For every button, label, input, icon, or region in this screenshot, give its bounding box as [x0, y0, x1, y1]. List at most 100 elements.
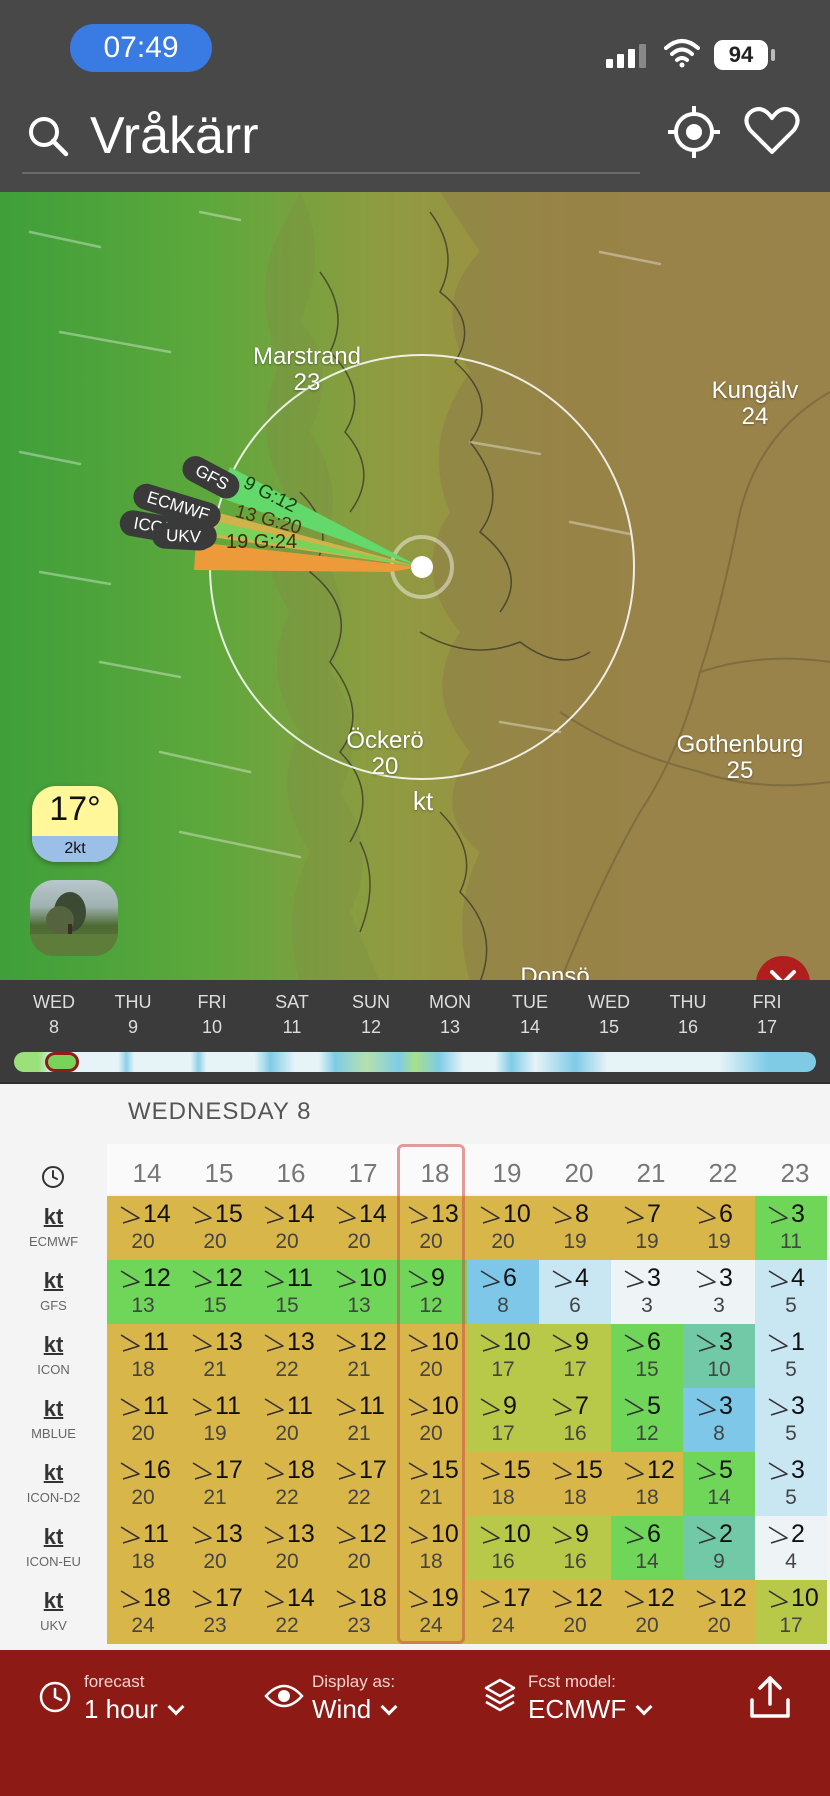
day-item[interactable]: MON 13: [410, 990, 490, 1040]
forecast-cell[interactable]: 29: [683, 1516, 755, 1580]
forecast-cell[interactable]: 17 23: [179, 1580, 251, 1644]
forecast-cell[interactable]: 14 20: [107, 1196, 179, 1260]
search-field[interactable]: Vråkärr: [22, 100, 640, 174]
model-row-label[interactable]: kt ECMWF: [0, 1204, 107, 1249]
forecast-cell[interactable]: 35: [755, 1452, 827, 1516]
forecast-cell[interactable]: 7 19: [611, 1196, 683, 1260]
forecast-cell[interactable]: 16 20: [107, 1452, 179, 1516]
forecast-cell[interactable]: 11 19: [179, 1388, 251, 1452]
forecast-cell[interactable]: 9 16: [539, 1516, 611, 1580]
forecast-cell[interactable]: 13 21: [179, 1324, 251, 1388]
forecast-cell[interactable]: 15 18: [467, 1452, 539, 1516]
city-ockero[interactable]: Öckerö 20: [320, 728, 450, 780]
hour-label[interactable]: 16: [255, 1158, 327, 1189]
hour-label[interactable]: 17: [327, 1158, 399, 1189]
forecast-cell[interactable]: 11 15: [251, 1260, 323, 1324]
day-item[interactable]: SUN 12: [331, 990, 411, 1040]
forecast-cell[interactable]: 12 20: [611, 1580, 683, 1644]
hour-label[interactable]: 21: [615, 1158, 687, 1189]
forecast-cell[interactable]: 6 14: [611, 1516, 683, 1580]
forecast-cell[interactable]: 12 18: [611, 1452, 683, 1516]
forecast-cell[interactable]: 5 14: [683, 1452, 755, 1516]
forecast-cell[interactable]: 12 13: [107, 1260, 179, 1324]
forecast-cell[interactable]: 11 18: [107, 1324, 179, 1388]
day-item[interactable]: WED 8: [14, 990, 94, 1040]
locate-me-icon[interactable]: [666, 104, 722, 160]
forecast-cell[interactable]: 10 16: [467, 1516, 539, 1580]
forecast-cell[interactable]: 13 20: [179, 1516, 251, 1580]
day-item[interactable]: THU 16: [648, 990, 728, 1040]
forecast-cell[interactable]: 14 20: [323, 1196, 395, 1260]
forecast-cell[interactable]: 17 24: [467, 1580, 539, 1644]
forecast-cell[interactable]: 3 10: [683, 1324, 755, 1388]
forecast-cell[interactable]: 12 20: [539, 1580, 611, 1644]
forecast-cell[interactable]: 12 15: [179, 1260, 251, 1324]
forecast-cell[interactable]: 45: [755, 1260, 827, 1324]
model-row-label[interactable]: kt GFS: [0, 1268, 107, 1313]
temperature-badge[interactable]: 17° 2kt: [32, 786, 118, 862]
forecast-cell[interactable]: 3 11: [755, 1196, 827, 1260]
forecast-cell[interactable]: 9 17: [539, 1324, 611, 1388]
hour-label[interactable]: 22: [687, 1158, 759, 1189]
model-row-label[interactable]: kt ICON: [0, 1332, 107, 1377]
forecast-cell[interactable]: 6 19: [683, 1196, 755, 1260]
forecast-cell[interactable]: 5 12: [611, 1388, 683, 1452]
forecast-cell[interactable]: 17 22: [323, 1452, 395, 1516]
city-gothenburg[interactable]: Gothenburg 25: [655, 732, 825, 784]
forecast-cell[interactable]: 46: [539, 1260, 611, 1324]
display-as-selector[interactable]: Display as: Wind: [312, 1672, 398, 1725]
day-item[interactable]: TUE 14: [490, 990, 570, 1040]
day-item[interactable]: THU 9: [93, 990, 173, 1040]
hour-label[interactable]: 23: [759, 1158, 830, 1189]
forecast-cell[interactable]: 14 22: [251, 1580, 323, 1644]
hour-label[interactable]: 14: [111, 1158, 183, 1189]
model-tag-ukv[interactable]: UKV: [151, 522, 214, 552]
forecast-cell[interactable]: 7 16: [539, 1388, 611, 1452]
day-item[interactable]: FRI 17: [727, 990, 807, 1040]
share-icon[interactable]: [748, 1674, 792, 1720]
favorite-heart-icon[interactable]: [744, 106, 800, 156]
forecast-cell[interactable]: 33: [683, 1260, 755, 1324]
forecast-cell[interactable]: 24: [755, 1516, 827, 1580]
city-marstrand[interactable]: Marstrand 23: [232, 344, 382, 396]
webcam-photo-thumbnail[interactable]: [30, 880, 118, 956]
hour-label[interactable]: 20: [543, 1158, 615, 1189]
timeline-position-marker[interactable]: [45, 1052, 79, 1072]
forecast-cell[interactable]: 18 22: [251, 1452, 323, 1516]
forecast-cell[interactable]: 11 20: [251, 1388, 323, 1452]
forecast-cell[interactable]: 33: [611, 1260, 683, 1324]
city-kungalv[interactable]: Kungälv 24: [690, 378, 820, 430]
hour-label[interactable]: 19: [471, 1158, 543, 1189]
model-row-label[interactable]: kt MBLUE: [0, 1396, 107, 1441]
forecast-timeline-bar[interactable]: [14, 1052, 816, 1072]
forecast-cell[interactable]: 13 22: [251, 1324, 323, 1388]
day-item[interactable]: FRI 10: [172, 990, 252, 1040]
forecast-cell[interactable]: 11 20: [107, 1388, 179, 1452]
day-item[interactable]: SAT 11: [252, 990, 332, 1040]
forecast-cell[interactable]: 15 20: [179, 1196, 251, 1260]
forecast-cell[interactable]: 13 20: [251, 1516, 323, 1580]
day-item[interactable]: WED 15: [569, 990, 649, 1040]
wind-map[interactable]: Marstrand 23 Kungälv 24 Öckerö 20 Gothen…: [0, 192, 830, 982]
forecast-model-selector[interactable]: Fcst model: ECMWF: [528, 1672, 653, 1725]
forecast-cell[interactable]: 10 20: [467, 1196, 539, 1260]
forecast-cell[interactable]: 68: [467, 1260, 539, 1324]
forecast-cell[interactable]: 14 20: [251, 1196, 323, 1260]
forecast-interval-selector[interactable]: forecast 1 hour: [84, 1672, 185, 1725]
forecast-cell[interactable]: 12 21: [323, 1324, 395, 1388]
forecast-cell[interactable]: 9 17: [467, 1388, 539, 1452]
forecast-cell[interactable]: 10 17: [467, 1324, 539, 1388]
forecast-cell[interactable]: 15: [755, 1324, 827, 1388]
forecast-cell[interactable]: 38: [683, 1388, 755, 1452]
hour-label[interactable]: 15: [183, 1158, 255, 1189]
forecast-cell[interactable]: 10 13: [323, 1260, 395, 1324]
forecast-cell[interactable]: 6 15: [611, 1324, 683, 1388]
model-row-label[interactable]: kt ICON-EU: [0, 1524, 107, 1569]
forecast-cell[interactable]: 8 19: [539, 1196, 611, 1260]
forecast-cell[interactable]: 15 18: [539, 1452, 611, 1516]
forecast-cell[interactable]: 12 20: [323, 1516, 395, 1580]
forecast-cell[interactable]: 11 18: [107, 1516, 179, 1580]
forecast-cell[interactable]: 35: [755, 1388, 827, 1452]
forecast-cell[interactable]: 17 21: [179, 1452, 251, 1516]
forecast-cell[interactable]: 12 20: [683, 1580, 755, 1644]
